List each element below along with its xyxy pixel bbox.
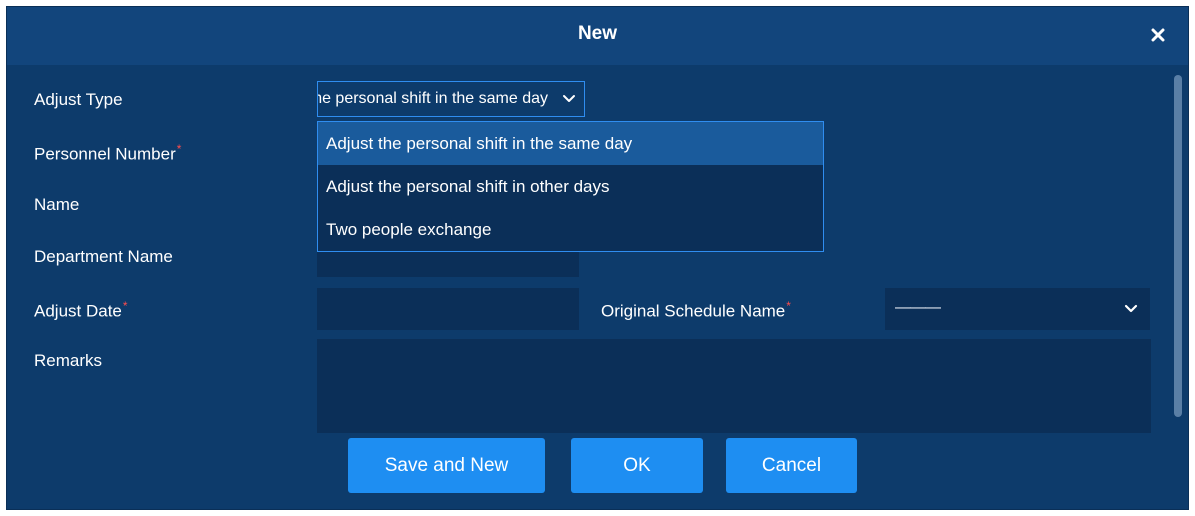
dropdown-option-other-days[interactable]: Adjust the personal shift in other days [318, 165, 823, 208]
original-schedule-label: Original Schedule Name* [601, 299, 791, 321]
remarks-label: Remarks [34, 351, 103, 370]
dialog-titlebar: New [7, 7, 1188, 65]
required-marker: * [786, 299, 791, 313]
original-schedule-value: ——— [895, 299, 941, 316]
save-and-new-button[interactable]: Save and New [348, 438, 545, 493]
scrollbar-thumb[interactable] [1174, 75, 1182, 417]
ok-button[interactable]: OK [571, 438, 703, 493]
department-name-field[interactable] [317, 251, 579, 277]
dialog-title: New [577, 23, 618, 44]
required-marker: * [122, 299, 128, 313]
adjust-type-value: Adjust the personal shift in the same da… [318, 90, 548, 107]
adjust-date-label: Adjust Date* [34, 299, 128, 321]
close-button[interactable] [1146, 23, 1170, 47]
dropdown-option-same-day[interactable]: Adjust the personal shift in the same da… [318, 122, 823, 165]
adjust-date-field[interactable] [317, 288, 579, 330]
adjust-type-select[interactable]: Adjust the personal shift in the same da… [317, 81, 585, 117]
adjust-type-dropdown: Adjust the personal shift in the same da… [317, 121, 824, 252]
chevron-down-icon [563, 95, 575, 102]
required-marker: * [176, 142, 182, 156]
remarks-textarea[interactable] [317, 339, 1151, 433]
new-dialog: New Adjust Type Personnel Number* Name D… [6, 6, 1189, 510]
cancel-button[interactable]: Cancel [726, 438, 857, 493]
original-schedule-select[interactable]: ——— [885, 288, 1150, 330]
name-label: Name [34, 195, 80, 214]
dropdown-option-two-people-exchange[interactable]: Two people exchange [318, 208, 823, 251]
department-name-label: Department Name [34, 247, 173, 266]
adjust-type-label: Adjust Type [34, 90, 123, 109]
close-icon [1151, 28, 1165, 42]
personnel-number-label: Personnel Number* [34, 142, 182, 164]
chevron-down-icon [1124, 304, 1138, 313]
